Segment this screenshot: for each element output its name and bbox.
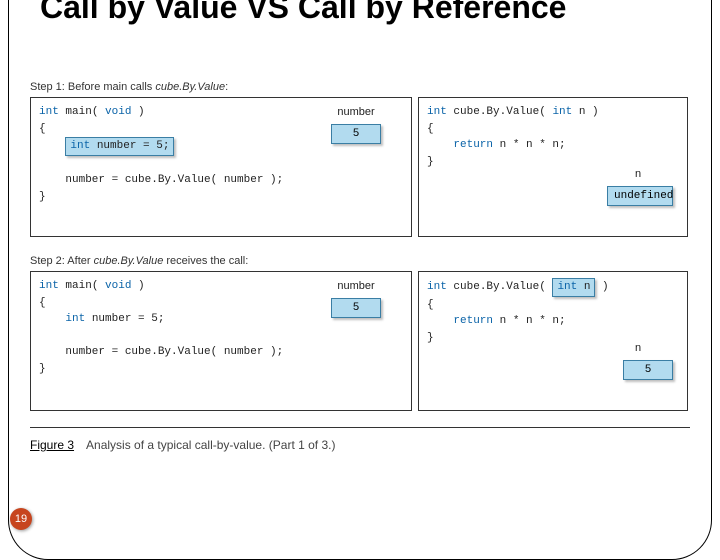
step1-fn-var: n [613,168,663,180]
step2-label-fn: cube.By.Value [94,255,164,267]
step2-main-val: 5 [331,298,381,318]
step2-label-pre: Step 2: After [30,255,94,267]
slide-number-badge: 19 [10,508,32,530]
figure-caption-row: Figure 3 Analysis of a typical call-by-v… [30,438,690,452]
step2-row: int main( void ) { int number = 5; numbe… [30,271,690,411]
step1-main-val: 5 [331,124,381,144]
step1-main-panel: int main( void ) { int number = 5; numbe… [30,97,412,237]
step1-fn-panel: int cube.By.Value( int n ) { return n * … [418,97,688,237]
slide-body: Step 1: Before main calls cube.By.Value:… [30,75,690,452]
step1-row: int main( void ) { int number = 5; numbe… [30,97,690,237]
step1-label-post: : [225,81,228,93]
step1-fn-code: int cube.By.Value( int n ) { return n * … [427,104,679,170]
step2-main-panel: int main( void ) { int number = 5; numbe… [30,271,412,411]
step1-label-pre: Step 1: Before main calls [30,81,155,93]
step2-fn-val: 5 [623,360,673,380]
divider [30,427,690,428]
step2-fn-panel: int cube.By.Value( int n ) { return n * … [418,271,688,411]
step1-fn-val: undefined [607,186,673,206]
page-title: Call by Value VS Call by Reference [40,0,566,25]
figure-label: Figure 3 [30,438,74,452]
step2-fn-highlight: int n [552,278,595,297]
step2-main-var: number [331,280,381,292]
step1-label-fn: cube.By.Value [155,81,225,93]
step1-label: Step 1: Before main calls cube.By.Value: [30,81,690,93]
step2-fn-var: n [613,342,663,354]
step2-label: Step 2: After cube.By.Value receives the… [30,255,690,267]
figure-caption: Analysis of a typical call-by-value. (Pa… [86,438,335,452]
step2-fn-code: int cube.By.Value( int n ) { return n * … [427,278,679,346]
step1-main-code: int main( void ) { int number = 5; numbe… [39,104,403,205]
step1-main-highlight: int number = 5; [65,137,174,156]
step2-label-post: receives the call: [163,255,248,267]
step2-main-code: int main( void ) { int number = 5; numbe… [39,278,403,377]
step1-main-var: number [331,106,381,118]
